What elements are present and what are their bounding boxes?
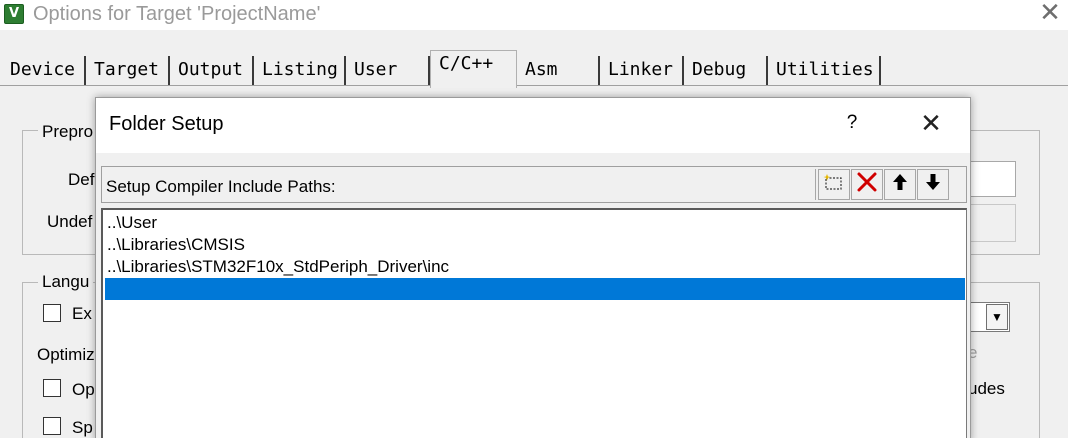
option1-checkbox[interactable] xyxy=(43,379,61,397)
tab-user[interactable]: User xyxy=(346,56,430,86)
move-down-button[interactable] xyxy=(917,169,949,200)
include-paths-list[interactable]: ..\User ..\Libraries\CMSIS ..\Libraries\… xyxy=(101,208,967,438)
dialog-close-button[interactable]: ✕ xyxy=(916,109,946,139)
dialog-title: Folder Setup xyxy=(109,113,224,135)
tab-cpp[interactable]: C/C++ xyxy=(430,50,517,88)
window-title: Options for Target 'ProjectName' xyxy=(33,3,321,25)
folder-setup-dialog: Folder Setup ? ✕ Setup Compiler Include … xyxy=(95,97,971,438)
arrow-up-icon xyxy=(890,172,910,197)
tab-linker[interactable]: Linker xyxy=(600,56,684,86)
keil-app-icon: V xyxy=(4,4,24,24)
include-paths-label: Setup Compiler Include Paths: xyxy=(106,177,336,196)
tab-output[interactable]: Output xyxy=(170,56,254,86)
toolbar-separator xyxy=(815,169,816,200)
dialog-titlebar: Folder Setup ? ✕ xyxy=(96,98,970,153)
include-paths-header: Setup Compiler Include Paths: xyxy=(101,166,967,203)
tab-debug[interactable]: Debug xyxy=(684,56,768,86)
move-up-button[interactable] xyxy=(884,169,916,200)
preprocessor-group-label: Prepro xyxy=(38,122,98,142)
tab-target[interactable]: Target xyxy=(86,56,170,86)
window-titlebar: V Options for Target 'ProjectName' ✕ xyxy=(0,0,1068,30)
option1-label: Op xyxy=(72,380,95,399)
list-item-selected-empty[interactable] xyxy=(105,278,965,300)
list-item[interactable]: ..\Libraries\STM32F10x_StdPeriph_Driver\… xyxy=(105,256,965,278)
define-label: Def xyxy=(68,170,95,189)
option2-checkbox[interactable] xyxy=(43,417,61,435)
execute-only-checkbox[interactable] xyxy=(43,304,61,322)
list-item[interactable]: ..\User xyxy=(105,212,965,234)
option2-label: Sp xyxy=(72,418,93,437)
tab-utilities[interactable]: Utilities xyxy=(768,56,881,86)
includes-label-fragment: udes xyxy=(968,379,1005,398)
delete-path-button[interactable] xyxy=(851,169,883,200)
tab-device[interactable]: Device xyxy=(2,56,86,86)
execute-only-label: Ex xyxy=(72,304,92,323)
arrow-down-icon xyxy=(923,172,943,197)
tab-asm[interactable]: Asm xyxy=(517,56,600,86)
undefine-label: Undef xyxy=(47,212,93,231)
tab-listing[interactable]: Listing xyxy=(254,56,346,86)
delete-icon xyxy=(856,171,878,198)
tab-panel-border xyxy=(0,85,1068,86)
tab-bar: Device Target Output Listing User C/C++ … xyxy=(0,40,1068,88)
help-button[interactable]: ? xyxy=(840,112,864,138)
list-item[interactable]: ..\Libraries\CMSIS xyxy=(105,234,965,256)
new-folder-button[interactable] xyxy=(818,169,850,200)
new-folder-icon xyxy=(823,172,845,197)
window-close-button[interactable]: ✕ xyxy=(1038,0,1062,26)
language-group-label: Langu xyxy=(38,272,94,292)
dropdown-arrow-icon[interactable]: ▼ xyxy=(986,304,1008,330)
optimization-label: Optimiz xyxy=(37,345,95,364)
